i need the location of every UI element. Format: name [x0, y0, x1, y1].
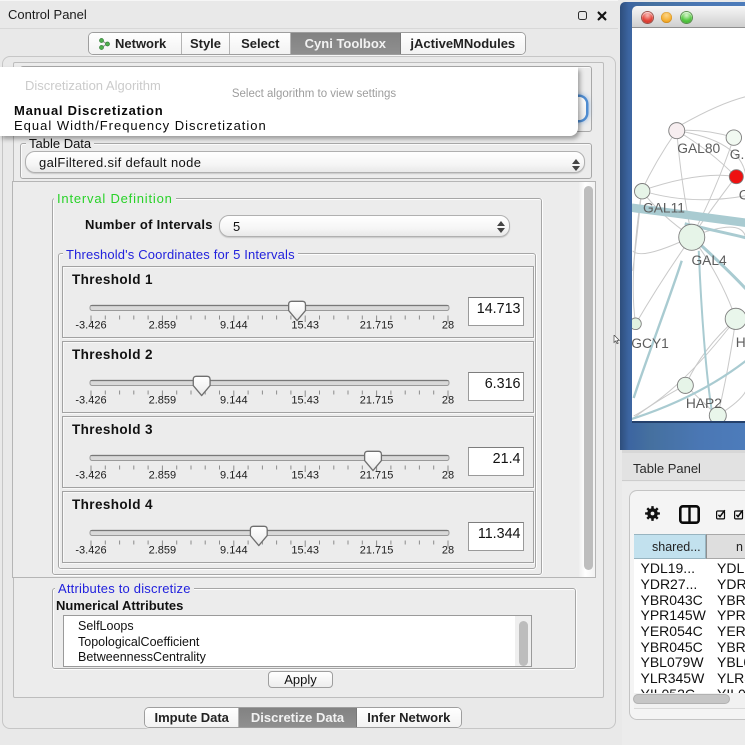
svg-text:2.859: 2.859	[149, 470, 177, 482]
svg-text:2.859: 2.859	[149, 395, 177, 407]
svg-text:2.859: 2.859	[149, 545, 177, 557]
svg-text:28: 28	[442, 320, 454, 332]
svg-text:9.144: 9.144	[220, 545, 248, 557]
svg-text:HAP2: HAP2	[685, 394, 721, 410]
svg-text:9.144: 9.144	[220, 470, 248, 482]
svg-text:-3.426: -3.426	[75, 470, 106, 482]
svg-text:21.715: 21.715	[360, 545, 394, 557]
svg-text:2.859: 2.859	[149, 320, 177, 332]
svg-text:21.715: 21.715	[360, 470, 394, 482]
svg-text:-3.426: -3.426	[75, 395, 106, 407]
svg-text:C: C	[738, 186, 745, 202]
svg-text:G.: G.	[729, 146, 744, 162]
svg-text:28: 28	[442, 470, 454, 482]
svg-text:15.43: 15.43	[291, 395, 319, 407]
svg-text:21.715: 21.715	[360, 320, 394, 332]
svg-text:9.144: 9.144	[220, 395, 248, 407]
svg-text:21.715: 21.715	[360, 395, 394, 407]
svg-text:-3.426: -3.426	[75, 320, 106, 332]
svg-text:H: H	[735, 333, 745, 349]
svg-text:GCY1: GCY1	[632, 334, 669, 350]
svg-text:28: 28	[442, 545, 454, 557]
svg-text:15.43: 15.43	[291, 470, 319, 482]
svg-text:GAL4: GAL4	[691, 251, 727, 267]
svg-text:GAL80: GAL80	[677, 140, 720, 156]
svg-text:-3.426: -3.426	[75, 545, 106, 557]
svg-text:15.43: 15.43	[291, 545, 319, 557]
svg-text:GAL11: GAL11	[642, 199, 684, 215]
svg-text:28: 28	[442, 395, 454, 407]
svg-text:9.144: 9.144	[220, 320, 248, 332]
svg-text:15.43: 15.43	[291, 320, 319, 332]
